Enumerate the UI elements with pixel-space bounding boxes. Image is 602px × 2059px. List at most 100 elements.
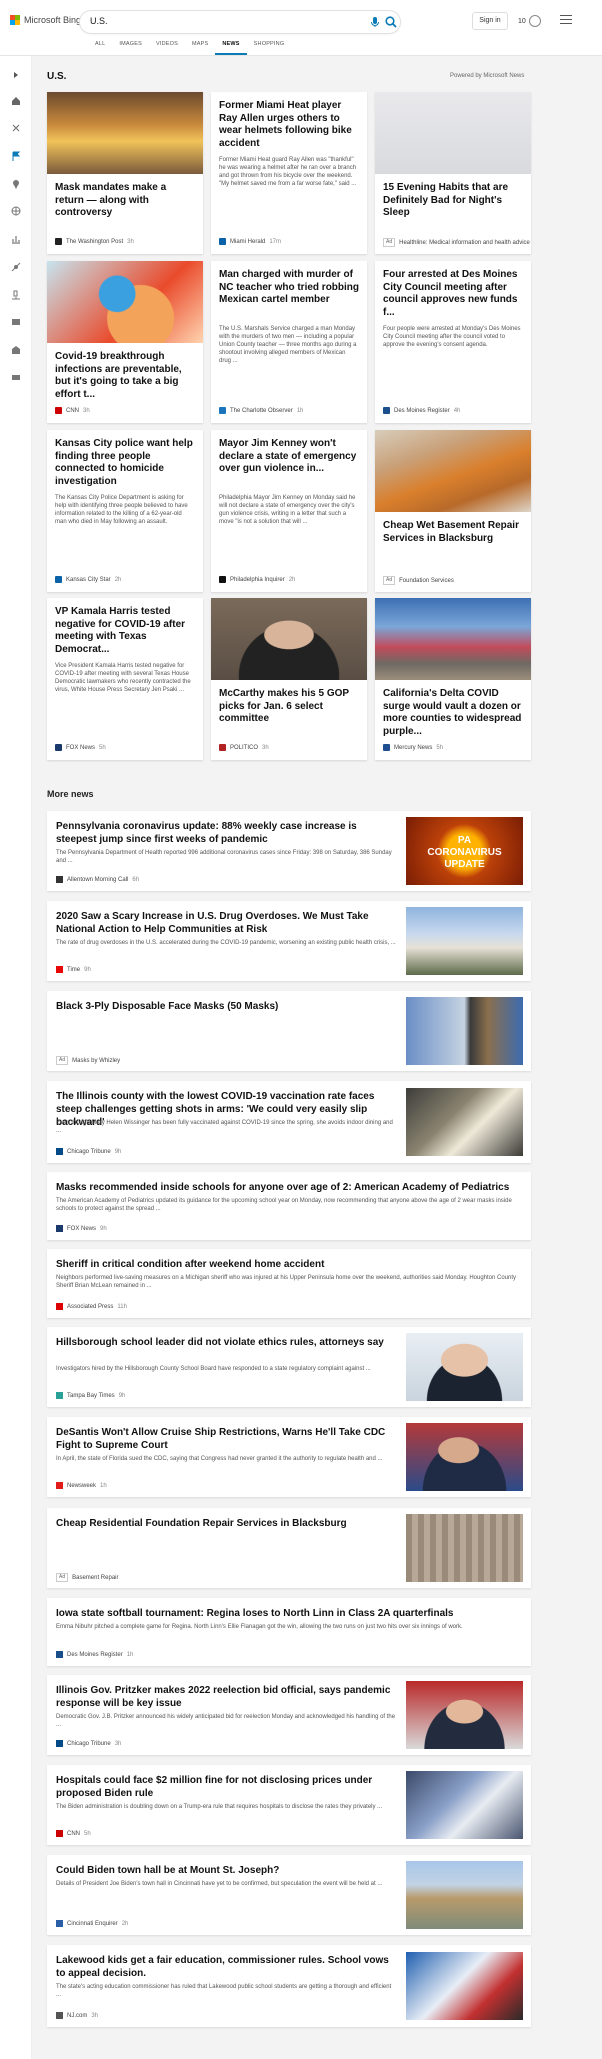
news-thumbnail[interactable]: [406, 1514, 523, 1582]
news-source[interactable]: Time 9h: [56, 966, 91, 973]
news-card[interactable]: Former Miami Heat player Ray Allen urges…: [211, 92, 367, 254]
news-source[interactable]: Cincinnati Enquirer 2h: [56, 1920, 128, 1927]
news-card[interactable]: McCarthy makes his 5 GOP picks for Jan. …: [211, 598, 367, 760]
news-card[interactable]: Man charged with murder of NC teacher wh…: [211, 261, 367, 423]
news-list-item[interactable]: Sheriff in critical condition after week…: [47, 1249, 531, 1318]
tab-videos[interactable]: VIDEOS: [149, 41, 185, 55]
news-list-item[interactable]: Could Biden town hall be at Mount St. Jo…: [47, 1855, 531, 1935]
news-title[interactable]: Sheriff in critical condition after week…: [56, 1258, 522, 1271]
tab-news[interactable]: NEWS: [215, 41, 247, 55]
news-thumbnail[interactable]: [406, 1861, 523, 1929]
card-source[interactable]: The Charlotte Observer 1h: [219, 407, 361, 414]
news-thumbnail[interactable]: [406, 907, 523, 975]
card-title[interactable]: Kansas City police want help finding thr…: [55, 438, 195, 488]
card-source[interactable]: Mercury News 5h: [383, 744, 525, 751]
news-card[interactable]: VP Kamala Harris tested negative for COV…: [47, 598, 203, 760]
home-icon[interactable]: [11, 96, 21, 106]
card-title[interactable]: VP Kamala Harris tested negative for COV…: [55, 606, 195, 656]
flag-icon[interactable]: [11, 151, 21, 161]
card-title[interactable]: Former Miami Heat player Ray Allen urges…: [219, 100, 359, 150]
microscope-icon[interactable]: [11, 290, 21, 300]
news-list-item[interactable]: 2020 Saw a Scary Increase in U.S. Drug O…: [47, 901, 531, 981]
news-title[interactable]: Illinois Gov. Pritzker makes 2022 reelec…: [56, 1684, 396, 1710]
news-source[interactable]: Chicago Tribune 3h: [56, 1740, 121, 1747]
video-icon[interactable]: [11, 317, 21, 327]
search-icon[interactable]: [384, 15, 398, 29]
news-thumbnail[interactable]: [406, 1771, 523, 1839]
news-thumbnail[interactable]: PA CORONAVIRUS UPDATE: [406, 817, 523, 885]
tab-shopping[interactable]: SHOPPING: [247, 41, 292, 55]
news-source[interactable]: Tampa Bay Times 9h: [56, 1392, 125, 1399]
news-list-item[interactable]: Illinois Gov. Pritzker makes 2022 reelec…: [47, 1675, 531, 1755]
bing-logo[interactable]: Microsoft Bing: [10, 15, 81, 25]
news-list-item[interactable]: Black 3-Ply Disposable Face Masks (50 Ma…: [47, 991, 531, 1071]
chart-icon[interactable]: [11, 234, 21, 244]
news-source[interactable]: CNN 5h: [56, 1830, 91, 1837]
news-source[interactable]: NJ.com 3h: [56, 2012, 98, 2019]
news-source[interactable]: Newsweek 1h: [56, 1482, 107, 1489]
card-source[interactable]: Miami Herald 17m: [219, 238, 361, 245]
news-thumbnail[interactable]: [406, 1333, 523, 1401]
news-list-item[interactable]: Iowa state softball tournament: Regina l…: [47, 1598, 531, 1666]
money-icon[interactable]: [11, 372, 21, 382]
card-image[interactable]: [375, 92, 531, 174]
card-title[interactable]: Mask mandates make a return — along with…: [55, 182, 195, 220]
news-card[interactable]: Mayor Jim Kenney won't declare a state o…: [211, 430, 367, 592]
card-source[interactable]: Ad Healthline: Medical information and he…: [383, 238, 530, 247]
science-icon[interactable]: [11, 262, 21, 272]
card-source[interactable]: Philadelphia Inquirer 2h: [219, 576, 361, 583]
news-source[interactable]: Chicago Tribune 9h: [56, 1148, 121, 1155]
card-title[interactable]: Mayor Jim Kenney won't declare a state o…: [219, 438, 359, 476]
card-source[interactable]: Des Moines Register 4h: [383, 407, 525, 414]
news-title[interactable]: Could Biden town hall be at Mount St. Jo…: [56, 1864, 396, 1877]
card-title[interactable]: Cheap Wet Basement Repair Services in Bl…: [383, 520, 523, 545]
news-title[interactable]: Masks recommended inside schools for any…: [56, 1181, 522, 1194]
search-box[interactable]: U.S.: [80, 11, 400, 33]
news-source[interactable]: Associated Press 11h: [56, 1303, 127, 1310]
news-card[interactable]: Mask mandates make a return — along with…: [47, 92, 203, 254]
expand-icon[interactable]: [11, 70, 21, 80]
card-source[interactable]: FOX News 5h: [55, 744, 197, 751]
news-card[interactable]: California's Delta COVID surge would vau…: [375, 598, 531, 760]
news-title[interactable]: 2020 Saw a Scary Increase in U.S. Drug O…: [56, 910, 396, 936]
hamburger-menu-icon[interactable]: [560, 15, 572, 25]
card-image[interactable]: [47, 92, 203, 174]
news-list-item[interactable]: Hillsborough school leader did not viola…: [47, 1327, 531, 1407]
card-title[interactable]: McCarthy makes his 5 GOP picks for Jan. …: [219, 688, 359, 726]
card-image[interactable]: [211, 598, 367, 680]
news-list-item[interactable]: Pennsylvania coronavirus update: 88% wee…: [47, 811, 531, 891]
news-source[interactable]: FOX News 9h: [56, 1225, 107, 1232]
news-thumbnail[interactable]: [406, 1681, 523, 1749]
news-title[interactable]: Hospitals could face $2 million fine for…: [56, 1774, 396, 1800]
news-title[interactable]: Black 3-Ply Disposable Face Masks (50 Ma…: [56, 1000, 396, 1013]
news-card[interactable]: 15 Evening Habits that are Definitely Ba…: [375, 92, 531, 254]
news-list-item[interactable]: Cheap Residential Foundation Repair Serv…: [47, 1508, 531, 1588]
news-title[interactable]: Cheap Residential Foundation Repair Serv…: [56, 1517, 396, 1530]
location-icon[interactable]: [11, 179, 21, 189]
news-thumbnail[interactable]: [406, 997, 523, 1065]
news-card[interactable]: Covid-19 breakthrough infections are pre…: [47, 261, 203, 423]
news-card[interactable]: Four arrested at Des Moines City Council…: [375, 261, 531, 423]
card-title[interactable]: Man charged with murder of NC teacher wh…: [219, 269, 359, 307]
news-title[interactable]: Pennsylvania coronavirus update: 88% wee…: [56, 820, 396, 846]
news-list-item[interactable]: Hospitals could face $2 million fine for…: [47, 1765, 531, 1845]
card-image[interactable]: [375, 598, 531, 680]
news-list-item[interactable]: Masks recommended inside schools for any…: [47, 1172, 531, 1240]
card-image[interactable]: [47, 261, 203, 343]
news-thumbnail[interactable]: [406, 1952, 523, 2020]
news-title[interactable]: DeSantis Won't Allow Cruise Ship Restric…: [56, 1426, 396, 1452]
news-thumbnail[interactable]: [406, 1088, 523, 1156]
news-source[interactable]: Ad Masks by Whizley: [56, 1056, 120, 1065]
card-source[interactable]: The Washington Post 3h: [55, 238, 197, 245]
news-list-item[interactable]: Lakewood kids get a fair education, comm…: [47, 1945, 531, 2027]
news-source[interactable]: Des Moines Register 1h: [56, 1651, 133, 1658]
news-title[interactable]: Lakewood kids get a fair education, comm…: [56, 1954, 396, 1980]
sign-in-button[interactable]: Sign in: [472, 12, 508, 30]
news-title[interactable]: Hillsborough school leader did not viola…: [56, 1336, 396, 1349]
search-input[interactable]: U.S.: [90, 16, 108, 26]
news-card[interactable]: Cheap Wet Basement Repair Services in Bl…: [375, 430, 531, 592]
building-icon[interactable]: [11, 345, 21, 355]
globe-icon[interactable]: [11, 206, 21, 216]
card-title[interactable]: California's Delta COVID surge would vau…: [383, 688, 523, 738]
card-title[interactable]: Four arrested at Des Moines City Council…: [383, 269, 523, 319]
